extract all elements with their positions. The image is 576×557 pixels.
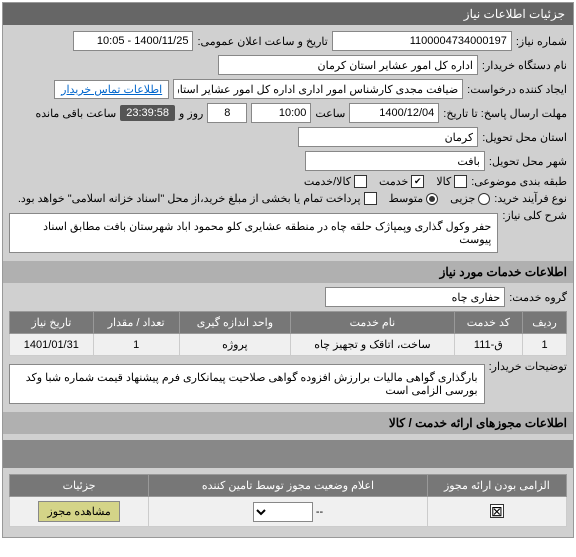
medium-label: متوسط — [389, 192, 424, 205]
th-code: کد خدمت — [454, 312, 522, 334]
requester-field[interactable] — [173, 79, 463, 99]
days-remaining-field[interactable] — [207, 103, 247, 123]
payment-note-group: پرداخت تمام یا بخشی از مبلغ خرید،از محل … — [18, 192, 377, 205]
buyer-org-field[interactable] — [218, 55, 478, 75]
permits-section-title: اطلاعات مجوزهای ارائه خدمت / کالا — [3, 412, 573, 434]
th-required: الزامی بودن ارائه مجوز — [427, 475, 566, 497]
goods-checkbox[interactable] — [454, 175, 467, 188]
requester-label: ایجاد کننده درخواست: — [467, 83, 567, 96]
service-checkbox[interactable] — [411, 175, 424, 188]
row-buyer-org: نام دستگاه خریدار: — [9, 55, 567, 75]
subject-type-label: طبقه بندی موضوعی: — [471, 175, 567, 188]
desc-text: حفر وکول گذاری وپمپاژک حلقه چاه در منطقه… — [9, 213, 498, 253]
services-table: ردیف کد خدمت نام خدمت واحد اندازه گیری ت… — [9, 311, 567, 356]
contact-link[interactable]: اطلاعات تماس خریدار — [54, 80, 169, 99]
need-number-field[interactable] — [332, 31, 512, 51]
row-city: شهر محل تحویل: — [9, 151, 567, 171]
medium-radio[interactable] — [426, 193, 438, 205]
goods-label: کالا — [436, 175, 451, 188]
announce-date-label: تاریخ و ساعت اعلان عمومی: — [197, 35, 327, 48]
row-province: استان محل تحویل: — [9, 127, 567, 147]
panel-body: شماره نیاز: تاریخ و ساعت اعلان عمومی: نا… — [3, 25, 573, 537]
payment-checkbox[interactable] — [364, 192, 377, 205]
th-idx: ردیف — [523, 312, 567, 334]
th-status: اعلام وضعیت مجوز توسط تامین کننده — [149, 475, 428, 497]
time-label-1: ساعت — [315, 107, 345, 120]
status-text: -- — [316, 506, 323, 518]
minor-radio-group: جزیی — [450, 192, 490, 205]
row-need-number: شماره نیاز: تاریخ و ساعت اعلان عمومی: — [9, 31, 567, 51]
city-label: شهر محل تحویل: — [489, 155, 567, 168]
row-requester: ایجاد کننده درخواست: اطلاعات تماس خریدار — [9, 79, 567, 99]
td-status: -- — [149, 497, 428, 527]
spacer-bar — [3, 440, 573, 468]
td-required — [427, 497, 566, 527]
row-deadline: مهلت ارسال پاسخ: تا تاریخ: ساعت روز و 23… — [9, 103, 567, 123]
city-field[interactable] — [305, 151, 485, 171]
deadline-date-field[interactable] — [349, 103, 439, 123]
buyer-notes-label: توضیحات خریدار: — [489, 360, 567, 373]
row-purchase-type: نوع فرآیند خرید: جزیی متوسط پرداخت تمام … — [9, 192, 567, 205]
deadline-time-field[interactable] — [251, 103, 311, 123]
th-name: نام خدمت — [291, 312, 455, 334]
td-code: ق-111 — [454, 334, 522, 356]
days-and-label: روز و — [179, 107, 203, 120]
th-date: تاریخ نیاز — [10, 312, 94, 334]
required-checkbox — [490, 504, 504, 518]
desc-label: شرح کلی نیاز: — [502, 209, 567, 222]
announce-date-field[interactable] — [73, 31, 193, 51]
td-unit: پروژه — [179, 334, 290, 356]
row-subject-type: طبقه بندی موضوعی: کالا خدمت کالا/خدمت — [9, 175, 567, 188]
province-field[interactable] — [298, 127, 478, 147]
row-desc: شرح کلی نیاز: حفر وکول گذاری وپمپاژک حلق… — [9, 209, 567, 257]
view-permit-button[interactable]: مشاهده مجوز — [38, 501, 119, 522]
th-details: جزئیات — [10, 475, 149, 497]
main-panel: جزئیات اطلاعات نیاز شماره نیاز: تاریخ و … — [2, 2, 574, 538]
need-number-label: شماره نیاز: — [516, 35, 567, 48]
buyer-org-label: نام دستگاه خریدار: — [482, 59, 567, 72]
permits-row: -- مشاهده مجوز — [10, 497, 567, 527]
td-qty: 1 — [93, 334, 179, 356]
minor-label: جزیی — [450, 192, 475, 205]
td-name: ساخت، اتاقک و تجهیز چاه — [291, 334, 455, 356]
table-row[interactable]: 1 ق-111 ساخت، اتاقک و تجهیز چاه پروژه 1 … — [10, 334, 567, 356]
td-idx: 1 — [523, 334, 567, 356]
goods-service-label: کالا/خدمت — [304, 175, 351, 188]
th-unit: واحد اندازه گیری — [179, 312, 290, 334]
goods-service-checkbox[interactable] — [354, 175, 367, 188]
countdown-value: 23:39:58 — [120, 105, 175, 121]
th-qty: تعداد / مقدار — [93, 312, 179, 334]
td-details: مشاهده مجوز — [10, 497, 149, 527]
countdown-suffix: ساعت باقی مانده — [35, 107, 116, 120]
goods-service-checkbox-group: کالا/خدمت — [304, 175, 367, 188]
row-buyer-notes: توضیحات خریدار: بارگذاری گواهی مالیات بر… — [9, 360, 567, 408]
panel-title: جزئیات اطلاعات نیاز — [3, 3, 573, 25]
service-checkbox-group: خدمت — [379, 175, 424, 188]
deadline-label: مهلت ارسال پاسخ: تا تاریخ: — [443, 107, 567, 120]
status-select[interactable] — [253, 502, 313, 522]
row-service-group: گروه خدمت: — [9, 287, 567, 307]
payment-note: پرداخت تمام یا بخشی از مبلغ خرید،از محل … — [18, 192, 361, 205]
medium-radio-group: متوسط — [389, 192, 439, 205]
permits-header-row: الزامی بودن ارائه مجوز اعلام وضعیت مجوز … — [10, 475, 567, 497]
service-group-field[interactable] — [325, 287, 505, 307]
goods-checkbox-group: کالا — [436, 175, 467, 188]
minor-radio[interactable] — [478, 193, 490, 205]
service-group-label: گروه خدمت: — [509, 291, 567, 304]
purchase-type-label: نوع فرآیند خرید: — [494, 192, 567, 205]
td-date: 1401/01/31 — [10, 334, 94, 356]
province-label: استان محل تحویل: — [482, 131, 567, 144]
service-label: خدمت — [379, 175, 408, 188]
buyer-notes-text: بارگذاری گواهی مالیات برارزش افزوده گواه… — [9, 364, 485, 404]
services-section-title: اطلاعات خدمات مورد نیاز — [3, 261, 573, 283]
permits-table: الزامی بودن ارائه مجوز اعلام وضعیت مجوز … — [9, 474, 567, 527]
table-header-row: ردیف کد خدمت نام خدمت واحد اندازه گیری ت… — [10, 312, 567, 334]
